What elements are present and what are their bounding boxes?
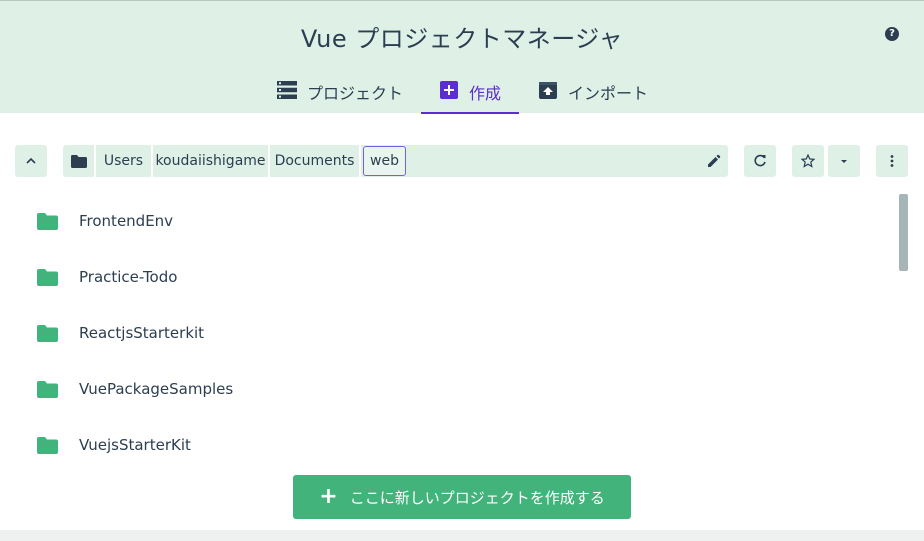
app-header: Vue プロジェクトマネージャ ? プロジェクト 作成 インポート (0, 0, 924, 114)
tab-label: インポート (567, 84, 648, 103)
favorites-dropdown-button[interactable] (828, 145, 860, 177)
folder-icon (70, 154, 87, 168)
breadcrumb-users[interactable]: Users (96, 145, 153, 177)
star-outline-icon (801, 154, 815, 168)
help-icon[interactable]: ? (885, 27, 899, 41)
tab-projects[interactable]: プロジェクト (262, 71, 418, 114)
folder-name: VuePackageSamples (79, 380, 234, 398)
unarchive-icon (538, 82, 557, 99)
bottom-divider (0, 530, 924, 541)
folder-item[interactable]: Practice-Todo (0, 249, 895, 305)
path-bar: Users koudaiishigame Documents web (63, 145, 728, 177)
pencil-icon (708, 154, 721, 167)
folder-icon (37, 437, 58, 454)
plus-icon: + (319, 484, 338, 509)
tab-label: 作成 (468, 84, 501, 103)
breadcrumb-web[interactable]: web (363, 146, 406, 176)
scrollbar-thumb[interactable] (899, 194, 908, 271)
folder-item[interactable]: VuePackageSamples (0, 361, 895, 417)
tab-import[interactable]: インポート (522, 71, 664, 114)
add-box-icon (439, 81, 458, 99)
edit-path-button[interactable] (700, 145, 728, 177)
folder-icon (37, 325, 58, 342)
folder-item[interactable]: VuejsStarterKit (0, 417, 895, 473)
parent-folder-button[interactable] (15, 145, 47, 177)
create-project-here-button[interactable]: + ここに新しいプロジェクトを作成する (293, 475, 631, 519)
caret-down-icon (841, 160, 847, 163)
path-toolbar: Users koudaiishigame Documents web (0, 145, 924, 177)
favorite-button[interactable] (792, 145, 824, 177)
create-project-here-label: ここに新しいプロジェクトを作成する (349, 488, 605, 507)
folder-name: ReactjsStarterkit (79, 324, 205, 342)
list-icon (276, 81, 297, 99)
breadcrumb-koudaiishigame[interactable]: koudaiishigame (153, 145, 270, 177)
page-title: Vue プロジェクトマネージャ (300, 25, 624, 53)
more-options-button[interactable] (876, 145, 908, 177)
folder-icon (37, 381, 58, 398)
refresh-icon (754, 154, 766, 167)
breadcrumb-documents[interactable]: Documents (270, 145, 361, 177)
folder-name: Practice-Todo (79, 268, 178, 286)
folder-name: FrontendEnv (79, 212, 174, 230)
folder-icon (37, 213, 58, 230)
folder-name: VuejsStarterKit (79, 436, 191, 454)
tab-create[interactable]: 作成 (421, 71, 519, 114)
main-tabs: プロジェクト 作成 インポート (0, 71, 924, 114)
chevron-up-icon (26, 157, 36, 164)
folder-icon (37, 269, 58, 286)
more-vertical-icon (890, 155, 894, 167)
refresh-button[interactable] (744, 145, 776, 177)
folder-list: FrontendEnv Practice-Todo ReactjsStarter… (0, 193, 895, 468)
folder-item[interactable]: FrontendEnv (0, 193, 895, 249)
folder-item[interactable]: ReactjsStarterkit (0, 305, 895, 361)
tab-label: プロジェクト (306, 84, 403, 103)
root-folder-button[interactable] (63, 145, 96, 177)
